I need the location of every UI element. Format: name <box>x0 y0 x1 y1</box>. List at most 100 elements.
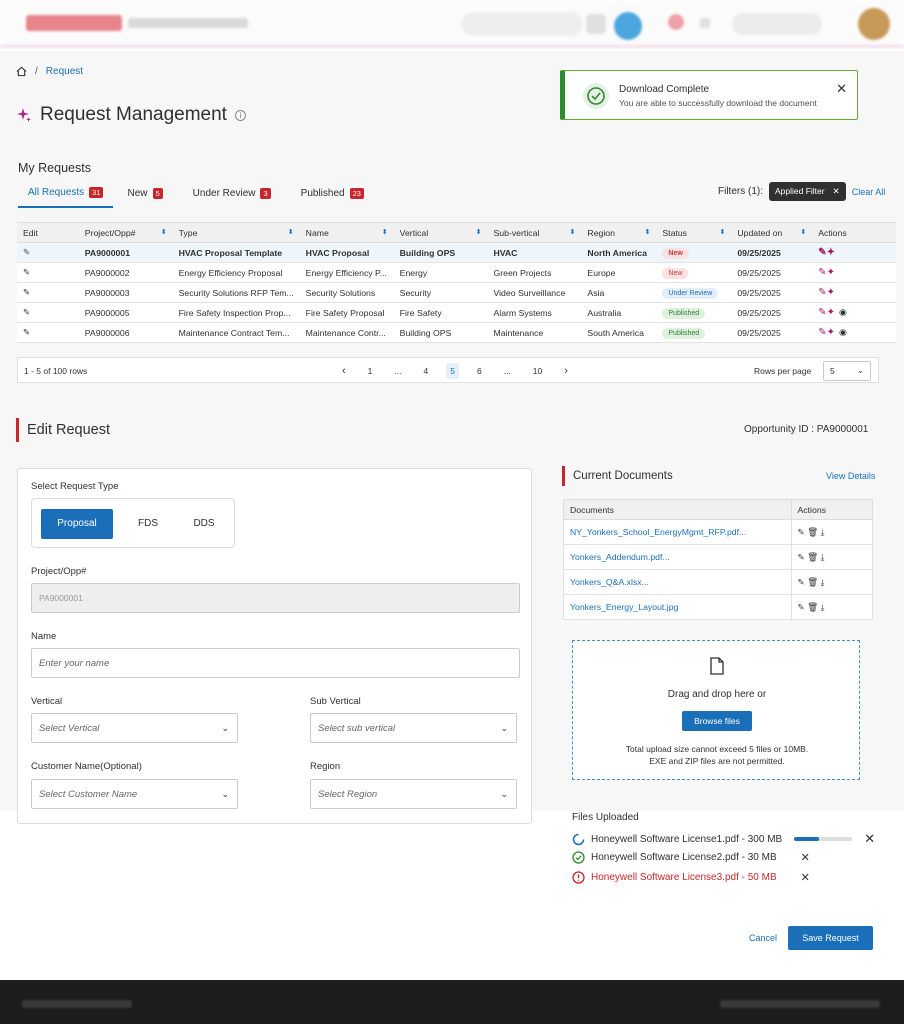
pencil-icon[interactable]: ✎ <box>23 287 30 297</box>
tab-all-requests[interactable]: All Requests 31 <box>18 184 114 208</box>
document-link[interactable]: Yonkers_Addendum.pdf... <box>570 552 670 562</box>
magic-edit-icon[interactable]: ✎✦ <box>818 287 835 298</box>
page-link[interactable]: 10 <box>529 363 546 379</box>
type-proposal-button[interactable]: Proposal <box>41 509 113 539</box>
info-icon[interactable]: i <box>234 109 246 121</box>
region-select[interactable]: Select Region ⌄ <box>310 779 517 809</box>
save-request-button[interactable]: Save Request <box>788 926 873 950</box>
page-link-current[interactable]: 5 <box>446 363 459 379</box>
header-chevron-icon[interactable] <box>700 18 710 28</box>
eye-icon[interactable]: ◉ <box>839 327 847 337</box>
sort-icon[interactable]: ⬍ <box>382 228 388 236</box>
trash-icon[interactable]: 🗑 <box>807 552 818 562</box>
pencil-icon[interactable]: ✎ <box>798 552 805 562</box>
magic-edit-icon[interactable]: ✎✦ <box>818 267 835 278</box>
download-icon[interactable]: ⤓ <box>821 577 825 587</box>
pencil-icon[interactable]: ✎ <box>798 577 805 587</box>
notification-icon[interactable] <box>668 14 684 30</box>
document-link[interactable]: Yonkers_Q&A.xlsx... <box>570 577 649 587</box>
close-icon[interactable]: ✕ <box>801 851 810 864</box>
tab-published[interactable]: Published 23 <box>291 184 374 208</box>
chevron-left-icon[interactable]: ‹ <box>338 362 350 380</box>
browse-files-button[interactable]: Browse files <box>682 711 752 731</box>
sort-icon[interactable]: ⬍ <box>161 228 167 236</box>
pencil-icon[interactable]: ✎ <box>23 267 30 277</box>
tab-new[interactable]: New 5 <box>117 184 172 208</box>
table-row[interactable]: ✎ PA9000003 Security Solutions RFP Tem..… <box>17 282 896 303</box>
upload-filename: Honeywell Software License1.pdf - 300 MB <box>591 833 783 845</box>
trash-icon[interactable]: 🗑 <box>807 602 818 612</box>
trash-icon[interactable]: 🗑 <box>807 577 818 587</box>
vertical-select[interactable]: Select Vertical ⌄ <box>31 713 238 743</box>
document-link[interactable]: NY_Yonkers_School_EnergyMgmt_RFP.pdf... <box>570 527 746 537</box>
top-navigation-bar <box>0 0 904 48</box>
download-icon[interactable]: ⤓ <box>821 527 825 537</box>
sort-icon[interactable]: ⬍ <box>719 228 725 236</box>
subvertical-select[interactable]: Select sub vertical ⌄ <box>310 713 517 743</box>
table-row[interactable]: ✎ PA9000002 Energy Efficiency Proposal E… <box>17 262 896 283</box>
pencil-icon[interactable]: ✎ <box>23 247 30 257</box>
chevron-right-icon[interactable]: › <box>560 362 572 380</box>
sort-icon[interactable]: ⬍ <box>645 228 651 236</box>
header-user-menu[interactable] <box>732 13 822 35</box>
col-name[interactable]: Name ⬍ <box>299 222 394 243</box>
pencil-icon[interactable]: ✎ <box>798 602 805 612</box>
download-icon[interactable]: ⤓ <box>821 552 825 562</box>
trash-icon[interactable]: 🗑 <box>807 527 818 537</box>
sort-icon[interactable]: ⬍ <box>570 228 576 236</box>
page-link[interactable]: 1 <box>364 363 377 379</box>
file-dropzone[interactable]: Drag and drop here or Browse files Total… <box>572 640 860 780</box>
edit-request-heading: Edit Request <box>16 418 110 442</box>
magic-edit-icon[interactable]: ✎✦ <box>818 307 835 318</box>
close-icon[interactable]: ✕ <box>801 871 810 884</box>
filter-chip[interactable]: Applied Filter ✕ <box>769 182 846 201</box>
header-button[interactable] <box>586 14 606 34</box>
download-icon[interactable]: ⤓ <box>821 602 825 612</box>
sort-icon[interactable]: ⬍ <box>288 228 294 236</box>
magic-edit-icon[interactable]: ✎✦ <box>818 327 835 338</box>
type-fds-button[interactable]: FDS <box>126 509 170 539</box>
page-ellipsis: ... <box>394 366 402 376</box>
rows-per-page-select[interactable]: 5 ⌄ <box>823 361 871 381</box>
col-updated[interactable]: Updated on ⬍ <box>731 222 813 243</box>
col-project[interactable]: Project/Opp# ⬍ <box>78 222 173 243</box>
header-primary-button[interactable] <box>614 12 642 40</box>
pagination-range: 1 - 5 of 100 rows <box>24 366 88 376</box>
table-row: Yonkers_Energy_Layout.jpg ✎ 🗑 ⤓ <box>563 594 873 620</box>
breadcrumb-current[interactable]: Request <box>46 66 83 77</box>
tab-under-review[interactable]: Under Review 3 <box>183 184 281 208</box>
col-vertical[interactable]: Vertical ⬍ <box>393 222 488 243</box>
col-region[interactable]: Region ⬍ <box>581 222 657 243</box>
eye-icon[interactable]: ◉ <box>839 307 847 317</box>
filter-bar: Filters (1): Applied Filter ✕ Clear All <box>718 182 885 201</box>
sort-icon[interactable]: ⬍ <box>476 228 482 236</box>
clear-all-link[interactable]: Clear All <box>852 187 886 197</box>
filter-chip-label: Applied Filter <box>775 186 825 196</box>
name-input[interactable]: Enter your name <box>31 648 520 678</box>
pencil-icon[interactable]: ✎ <box>23 327 30 337</box>
avatar[interactable] <box>858 8 890 40</box>
cancel-button[interactable]: Cancel <box>749 933 777 943</box>
table-row[interactable]: ✎ PA9000006 Maintenance Contract Tem... … <box>17 322 896 343</box>
col-type[interactable]: Type ⬍ <box>172 222 300 243</box>
remove-filter-icon[interactable]: ✕ <box>833 186 840 197</box>
type-dds-button[interactable]: DDS <box>182 509 226 539</box>
table-row[interactable]: ✎ PA9000005 Fire Safety Inspection Prop.… <box>17 302 896 323</box>
brand-logo[interactable] <box>26 15 122 31</box>
view-details-link[interactable]: View Details <box>826 471 875 481</box>
sort-icon[interactable]: ⬍ <box>800 228 806 236</box>
pencil-icon[interactable]: ✎ <box>23 307 30 317</box>
page-link[interactable]: 6 <box>473 363 486 379</box>
document-link[interactable]: Yonkers_Energy_Layout.jpg <box>570 602 678 612</box>
home-icon[interactable] <box>16 66 27 77</box>
pencil-icon[interactable]: ✎ <box>798 527 805 537</box>
page-link[interactable]: 4 <box>420 363 433 379</box>
table-row[interactable]: ✎ PA9000001 HVAC Proposal Template HVAC … <box>17 242 896 263</box>
col-status[interactable]: Status ⬍ <box>656 222 732 243</box>
global-search[interactable] <box>462 12 582 36</box>
magic-edit-icon[interactable]: ✎✦ <box>818 247 835 258</box>
col-subvertical[interactable]: Sub-vertical ⬍ <box>487 222 582 243</box>
customer-select[interactable]: Select Customer Name ⌄ <box>31 779 238 809</box>
close-icon[interactable]: ✕ <box>836 81 847 97</box>
close-icon[interactable]: ✕ <box>864 831 875 847</box>
